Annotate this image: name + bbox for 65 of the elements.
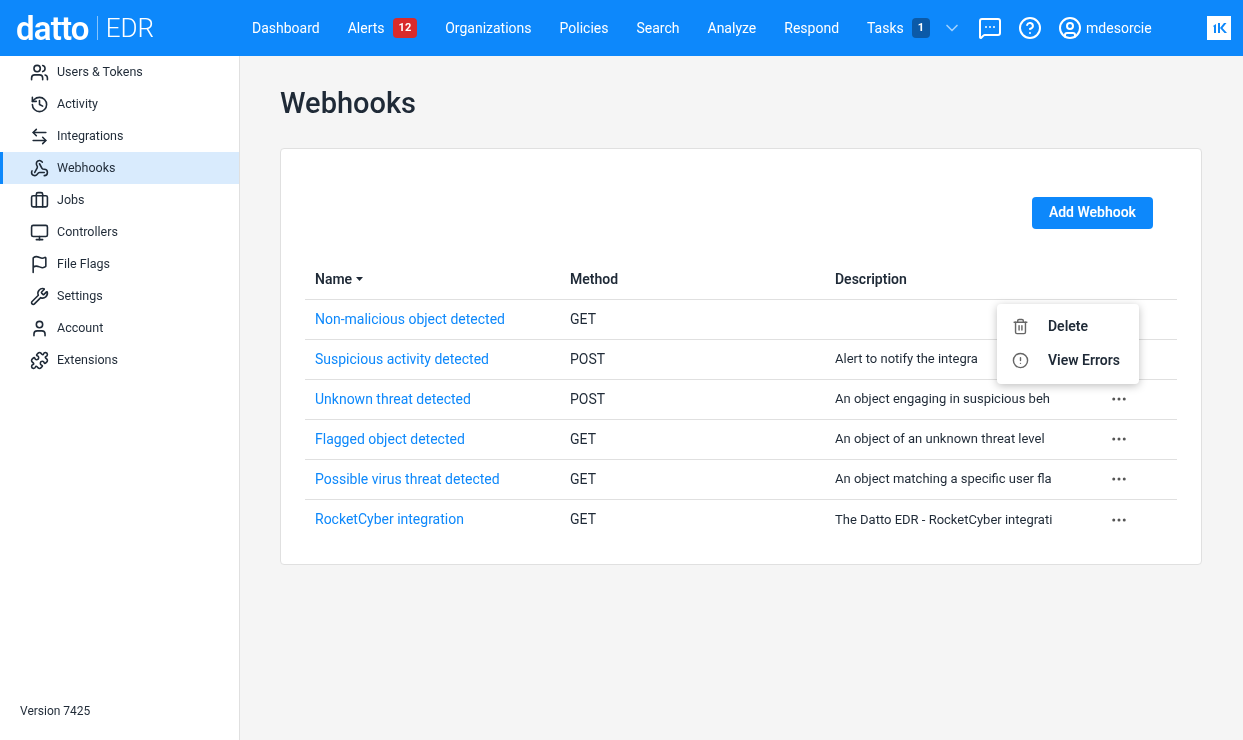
webhook-name-link[interactable]: Unknown threat detected [305,388,570,410]
alert-icon [1012,352,1029,369]
puzzle-icon [30,350,49,370]
count-badge: 1 [911,17,931,39]
method-cell-text: GET [570,309,597,329]
method-cell-text: GET [570,469,597,489]
nav-link[interactable]: Tasks [867,17,904,39]
description-cell: An object matching a specific user fla [835,471,1052,487]
webhook-name-link[interactable]: Non-malicious object detected [305,308,570,330]
sidebar-item[interactable]: Settings [0,280,239,312]
description-cell: An object of an unknown threat level [835,431,1045,447]
method-cell-text: POST [570,389,607,409]
user-icon [30,318,49,338]
briefcase-icon [30,190,49,210]
sidebar-item[interactable]: Activity [0,88,239,120]
menu-item[interactable]: Delete [997,309,1139,344]
count-badge: 12 [392,17,418,39]
nav-link[interactable]: Organizations [445,17,532,39]
product-name: EDR [105,15,154,41]
webhook-name-link[interactable]: Flagged object detected [305,428,570,450]
user-avatar-icon[interactable] [1058,16,1083,40]
sidebar-item[interactable]: Webhooks [0,152,239,184]
method-cell-text: GET [570,429,597,449]
nav-link[interactable]: Policies [559,17,609,39]
sidebar-item[interactable]: Users & Tokens [0,56,239,88]
sidebar-item[interactable]: Integrations [0,120,239,152]
page-title: Webhooks [280,85,417,122]
sidebar-item[interactable]: Jobs [0,184,239,216]
sidebar-item[interactable]: File Flags [0,248,239,280]
add-webhook-button[interactable]: Add Webhook [1031,196,1153,229]
history-icon [30,94,49,114]
nav-link[interactable]: Search [636,17,680,39]
app-logo-icon[interactable] [1207,16,1231,40]
nav-link[interactable]: Alerts [347,17,385,39]
menu-item[interactable]: View Errors [997,343,1139,378]
description-cell: Alert to notify the integra [835,351,978,367]
sidebar-item[interactable]: Controllers [0,216,239,248]
logo-wordmark: datto [16,11,89,45]
feedback-icon[interactable] [978,16,1003,40]
webhook-icon [30,158,49,178]
column-header[interactable]: Method [570,268,835,290]
sidebar-item[interactable]: Account [0,312,239,344]
monitor-icon [30,222,49,242]
version-label: Version 7425 [20,703,92,720]
column-header: Description [835,269,907,289]
webhook-name-link[interactable]: Suspicious activity detected [305,348,570,370]
wrench-icon [30,286,49,306]
username[interactable]: mdesorcie [1086,17,1152,39]
nav-link[interactable]: Respond [784,17,840,39]
method-cell-text: GET [570,510,597,529]
webhook-name-link[interactable]: Possible virus threat detected [305,468,570,490]
nav-link[interactable]: Dashboard [252,17,320,39]
arrows-icon [30,126,49,146]
method-cell-text: POST [570,349,607,369]
description-cell: An object engaging in suspicious beh [835,391,1050,407]
nav-link[interactable]: Analyze [707,17,757,39]
description-cell: The Datto EDR - RocketCyber integrati [835,511,1053,527]
flag-icon [30,254,49,274]
users-icon [30,62,49,82]
sidebar-item[interactable]: Extensions [0,344,239,376]
column-header[interactable]: Name [305,268,570,290]
sort-caret-icon [356,277,364,281]
webhook-name-link[interactable]: RocketCyber integration [305,509,570,530]
trash-icon [1012,318,1029,335]
help-icon[interactable] [1018,16,1043,40]
